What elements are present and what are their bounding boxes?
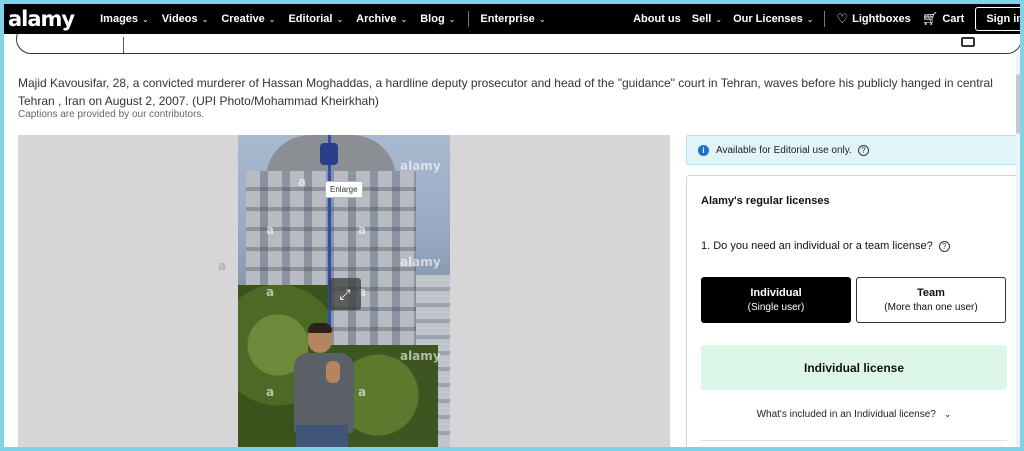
watermark-text: a [266, 285, 275, 299]
chevron-down-icon: ⌄ [943, 409, 952, 419]
photo-person-legs [296, 425, 348, 447]
watermark-text: alamy [400, 159, 441, 173]
nav-creative[interactable]: Creative ⌄ [221, 13, 275, 25]
chevron-down-icon: ⌄ [400, 14, 408, 24]
license-title: Alamy's regular licenses [701, 195, 830, 207]
nav-blog[interactable]: Blog ⌄ [420, 13, 455, 25]
caption-note: Captions are provided by our contributor… [18, 109, 205, 120]
watermark-text: a [218, 259, 227, 273]
watermark-text: a [266, 223, 275, 237]
search-divider [123, 37, 124, 53]
option-subtitle: (Single user) [747, 302, 805, 313]
divider [701, 440, 1007, 441]
whats-included-toggle[interactable]: What's included in an Individual license… [701, 409, 1007, 420]
nav-divider [468, 11, 470, 27]
nav-lightboxes[interactable]: ♡ Lightboxes [836, 11, 910, 27]
nav-archive[interactable]: Archive ⌄ [356, 13, 407, 25]
help-icon[interactable]: ? [938, 240, 950, 252]
info-icon: i [698, 144, 709, 156]
cart-icon: 🛒︎ [921, 11, 939, 26]
option-title: Team [917, 287, 945, 299]
camera-search-icon[interactable] [961, 37, 975, 47]
license-panel: Alamy's regular licenses 1. Do you need … [686, 175, 1020, 447]
chevron-down-icon: ⌄ [806, 14, 814, 24]
license-question: 1. Do you need an individual or a team l… [701, 240, 950, 252]
heart-icon: ♡ [836, 11, 849, 26]
scrollbar-thumb[interactable] [1016, 74, 1020, 134]
photo-person-hair [308, 323, 332, 333]
chevron-down-icon: ⌄ [715, 14, 723, 24]
top-navigation: alamy Images ⌄ Videos ⌄ Creative ⌄ Editoria… [4, 4, 1020, 34]
watermark-text: a [358, 223, 367, 237]
nav-divider [824, 11, 826, 27]
license-question-text: 1. Do you need an individual or a team l… [701, 240, 933, 252]
individual-license-button[interactable]: Individual license [701, 345, 1007, 390]
image-viewer[interactable]: a a alamy alamy alamy a a a a a a a [18, 135, 670, 447]
watermark-text: alamy [400, 255, 441, 269]
watermark-text: a [298, 175, 307, 189]
option-subtitle: (More than one user) [884, 302, 978, 313]
nav-cart[interactable]: 🛒︎ Cart [922, 11, 965, 27]
chevron-down-icon: ⌄ [448, 14, 456, 24]
chevron-down-icon: ⌄ [201, 14, 209, 24]
whats-included-text: What's included in an Individual license… [756, 409, 936, 420]
nav-our-licenses[interactable]: Our Licenses ⌄ [733, 13, 813, 25]
help-icon[interactable]: ? [857, 144, 869, 156]
image-caption: Majid Kavousifar, 28, a convicted murder… [18, 76, 993, 108]
chevron-down-icon: ⌄ [336, 14, 344, 24]
browser-viewport: alamy Images ⌄ Videos ⌄ Creative ⌄ Editoria… [4, 4, 1020, 447]
editorial-use-banner: i Available for Editorial use only. ? [686, 135, 1020, 165]
nav-right-group: About us Sell ⌄ Our Licenses ⌄ ♡ Lightboxes… [633, 7, 1020, 31]
nav-enterprise[interactable]: Enterprise ⌄ [480, 13, 545, 25]
chevron-down-icon: ⌄ [268, 14, 276, 24]
nav-about-us[interactable]: About us [633, 13, 681, 25]
photo-hook [320, 143, 338, 165]
nav-sell[interactable]: Sell ⌄ [692, 13, 722, 25]
individual-option-button[interactable]: Individual (Single user) [701, 277, 851, 323]
editorial-use-text: Available for Editorial use only. [716, 144, 852, 156]
nav-editorial[interactable]: Editorial ⌄ [288, 13, 343, 25]
photo-person-hand [326, 361, 340, 383]
photo-person-body [294, 353, 354, 433]
watermark-text: a [358, 385, 367, 399]
chevron-down-icon: ⌄ [538, 14, 546, 24]
team-option-button[interactable]: Team (More than one user) [856, 277, 1006, 323]
chevron-down-icon: ⌄ [142, 14, 149, 24]
nav-videos[interactable]: Videos ⌄ [162, 13, 209, 25]
enlarge-tooltip: Enlarge [325, 181, 363, 198]
watermark-text: a [266, 385, 275, 399]
alamy-logo[interactable]: alamy [8, 7, 75, 31]
expand-icon[interactable]: ⤢ [329, 278, 361, 310]
watermark-text: alamy [400, 349, 441, 363]
sign-in-button[interactable]: Sign in [975, 7, 1020, 31]
nav-images[interactable]: Images ⌄ [100, 13, 149, 25]
option-title: Individual [750, 287, 802, 299]
